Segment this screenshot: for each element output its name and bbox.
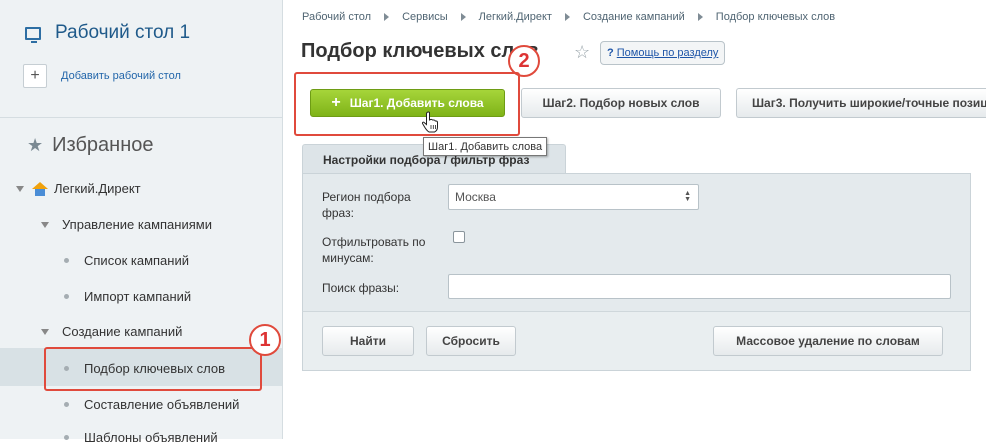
tree-item-label: Легкий.Директ [54, 181, 141, 196]
minus-filter-checkbox[interactable] [453, 231, 465, 243]
monitor-icon [25, 26, 41, 43]
mass-delete-button[interactable]: Массовое удаление по словам [713, 326, 943, 356]
breadcrumb: Рабочий стол Сервисы Легкий.Директ Созда… [302, 11, 835, 23]
tree-item-label: Список кампаний [84, 253, 189, 268]
tree-item-campaign-import[interactable]: Импорт кампаний [64, 289, 191, 304]
expand-triangle-icon[interactable] [41, 221, 49, 228]
annotation-highlight-box-1 [44, 347, 262, 391]
tree-item-label: Управление кампаниями [62, 217, 212, 232]
breadcrumb-arrow-icon [460, 13, 466, 21]
tree-item-label: Создание кампаний [62, 324, 183, 339]
step2-button[interactable]: Шаг2. Подбор новых слов [521, 88, 721, 118]
step3-button[interactable]: Шаг3. Получить широкие/точные позиции [736, 88, 986, 118]
star-icon: ★ [27, 135, 44, 155]
tree-item-label: Шаблоны объявлений [84, 430, 218, 445]
breadcrumb-arrow-icon [384, 13, 390, 21]
favorites-header[interactable]: ★ Избранное [27, 134, 154, 157]
bullet-icon [64, 435, 69, 440]
page-title: Подбор ключевых слов [301, 40, 539, 62]
annotation-badge-1: 1 [249, 324, 281, 356]
favorite-star-icon[interactable]: ☆ [574, 42, 590, 63]
add-desktop-label: Добавить рабочий стол [61, 70, 181, 82]
search-input[interactable] [448, 274, 951, 299]
tree-item-ad-composition[interactable]: Составление объявлений [64, 397, 239, 412]
minus-filter-label: Отфильтровать по минусам: [322, 235, 426, 265]
tree-item-legkiy-direct[interactable]: Легкий.Директ [16, 181, 141, 196]
step1-tooltip: Шаг1. Добавить слова [423, 137, 548, 156]
bullet-icon [64, 402, 69, 407]
sidebar-divider [0, 117, 282, 118]
breadcrumb-arrow-icon [697, 13, 703, 21]
favorites-label: Избранное [52, 134, 154, 156]
desktop-title-label: Рабочий стол 1 [55, 22, 191, 43]
breadcrumb-item[interactable]: Легкий.Директ [479, 11, 552, 23]
breadcrumb-item[interactable]: Сервисы [402, 11, 448, 23]
step1-label: Шаг1. Добавить слова [349, 96, 484, 110]
breadcrumb-item[interactable]: Создание кампаний [583, 11, 685, 23]
bullet-icon [64, 294, 69, 299]
step1-add-words-button[interactable]: + Шаг1. Добавить слова [310, 89, 505, 117]
breadcrumb-item[interactable]: Подбор ключевых слов [716, 11, 835, 23]
region-value: Москва [455, 190, 496, 204]
help-label: Помощь по разделу [616, 47, 719, 59]
expand-triangle-icon[interactable] [41, 328, 49, 335]
home-icon [32, 181, 48, 196]
tree-item-campaign-management[interactable]: Управление кампаниями [41, 217, 212, 232]
tree-item-label: Составление объявлений [84, 397, 240, 412]
tree-item-ad-templates[interactable]: Шаблоны объявлений [64, 430, 218, 445]
tree-item-label: Импорт кампаний [84, 289, 192, 304]
tree-item-campaign-creation[interactable]: Создание кампаний [41, 324, 182, 339]
expand-triangle-icon[interactable] [16, 185, 24, 192]
breadcrumb-item[interactable]: Рабочий стол [302, 11, 371, 23]
breadcrumb-arrow-icon [564, 13, 570, 21]
reset-button[interactable]: Сбросить [426, 326, 516, 356]
region-label: Регион подбора фраз: [322, 190, 411, 220]
find-button[interactable]: Найти [322, 326, 414, 356]
plus-icon[interactable]: + [23, 64, 47, 88]
question-icon: ? [607, 47, 614, 59]
plus-icon: + [331, 94, 341, 111]
bullet-icon [64, 258, 69, 263]
add-desktop-link[interactable]: + Добавить рабочий стол [23, 64, 181, 88]
help-button[interactable]: ? Помощь по разделу [600, 41, 726, 65]
desktop-title[interactable]: Рабочий стол 1 [25, 22, 190, 44]
search-label: Поиск фразы: [322, 281, 400, 295]
hand-cursor-icon [421, 111, 438, 133]
select-arrows-icon: ▲ ▼ [684, 190, 691, 203]
region-select[interactable]: Москва ▲ ▼ [448, 184, 699, 210]
tree-item-campaign-list[interactable]: Список кампаний [64, 253, 189, 268]
